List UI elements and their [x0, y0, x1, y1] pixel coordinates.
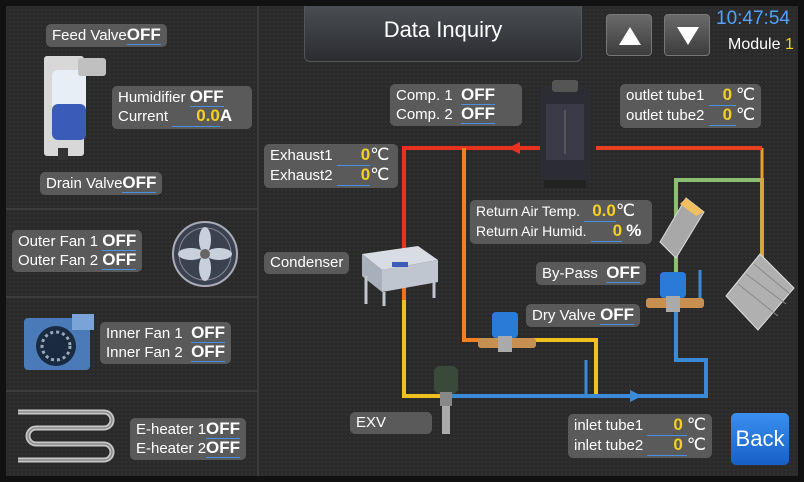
comp2-label: Comp. 2	[396, 106, 453, 123]
back-button[interactable]: Back	[731, 413, 789, 465]
outer-fan-status: Outer Fan 1 OFF Outer Fan 2 OFF	[12, 230, 143, 272]
condenser-label: Condenser	[264, 252, 350, 274]
up-arrow-icon	[619, 27, 641, 45]
drain-valve-status: Drain ValveOFF	[40, 172, 163, 195]
inlet-tube2-value: 0	[673, 435, 683, 454]
comp1-label: Comp. 1	[396, 87, 453, 104]
exhaust2-value: 0	[360, 165, 371, 184]
return-air-humid-label: Return Air Humid.	[476, 223, 587, 239]
e-heater-2-label: E-heater 2	[136, 440, 207, 457]
feed-valve-value: OFF	[126, 25, 161, 45]
bypass-value: OFF	[606, 263, 641, 283]
outlet-tube2-label: outlet tube2	[626, 107, 705, 124]
condenser-icon	[362, 246, 438, 306]
data-inquiry-screen: Data Inquiry 10:47:54 Module 1 Feed Valv…	[0, 0, 804, 482]
e-heater-status: E-heater 1OFF E-heater 2OFF	[130, 418, 247, 460]
clock: 10:47:54	[716, 8, 790, 29]
outlet-tube1-value: 0	[722, 85, 733, 104]
drain-valve-value: OFF	[122, 173, 157, 193]
outer-fan-2-value: OFF	[102, 250, 137, 270]
e-heater-1-label: E-heater 1	[136, 421, 207, 438]
page-down-button[interactable]	[664, 14, 710, 56]
evaporator-coil-icon	[725, 253, 795, 331]
compressor-status: Comp. 1 OFF Comp. 2 OFF	[390, 84, 522, 126]
inlet-tube-status: inlet tube1 0 ℃ inlet tube2 0 ℃	[568, 414, 712, 458]
exhaust2-unit: ℃	[370, 165, 390, 184]
bypass-status: By-Pass OFF	[536, 262, 647, 285]
solenoid-valve-icon	[478, 312, 536, 352]
return-air-humid-value: 0	[612, 221, 623, 240]
current-label: Current	[118, 108, 169, 125]
centrifugal-fan-icon	[24, 314, 94, 370]
inner-fan-1-value: OFF	[191, 323, 226, 343]
outlet-tube2-value: 0	[722, 105, 733, 124]
module-label: Module	[728, 36, 781, 53]
exhaust-status: Exhaust1 0℃ Exhaust2 0℃	[264, 144, 398, 188]
dry-valve-status: Dry Valve OFF	[526, 304, 641, 327]
inner-fan-status: Inner Fan 1 OFF Inner Fan 2 OFF	[100, 322, 232, 364]
comp2-value: OFF	[461, 104, 496, 124]
exhaust1-unit: ℃	[370, 145, 390, 164]
outlet-tube1-unit: ℃	[736, 85, 756, 104]
heater-coil-icon	[18, 409, 115, 463]
expansion-valve-icon	[434, 366, 458, 434]
feed-valve-status: Feed ValveOFF	[46, 24, 167, 47]
evaporator-coil-icon	[659, 197, 705, 259]
exhaust1-value: 0	[360, 145, 371, 164]
outlet-tube2-unit: ℃	[736, 105, 756, 124]
solenoid-valve-icon	[646, 272, 704, 312]
humidifier-icon	[44, 56, 106, 160]
humidifier-value: OFF	[189, 87, 224, 107]
return-air-temp-value: 0.0	[592, 201, 616, 220]
feed-valve-label: Feed Valve	[52, 27, 127, 44]
module-indicator: Module 1	[728, 36, 794, 54]
page-up-button[interactable]	[606, 14, 652, 56]
exhaust2-label: Exhaust2	[270, 167, 333, 184]
comp1-value: OFF	[461, 85, 496, 105]
inlet-tube1-label: inlet tube1	[574, 417, 644, 434]
compressor-icon	[540, 80, 590, 188]
module-number: 1	[784, 36, 794, 53]
return-air-status: Return Air Temp. 0.0℃ Return Air Humid. …	[470, 200, 652, 244]
axial-fan-icon	[172, 221, 238, 287]
dry-valve-value: OFF	[600, 305, 635, 325]
outlet-tube1-label: outlet tube1	[626, 87, 705, 104]
exv-label: EXV	[350, 412, 432, 434]
exhaust1-label: Exhaust1	[270, 147, 333, 164]
inlet-tube1-unit: ℃	[686, 415, 706, 434]
current-unit: A	[219, 106, 233, 125]
outer-fan-2-label: Outer Fan 2	[18, 252, 99, 269]
humidifier-status: Humidifier OFF Current 0.0A	[112, 86, 252, 129]
dry-valve-label: Dry Valve	[532, 307, 596, 324]
e-heater-1-value: OFF	[206, 419, 241, 439]
down-arrow-icon	[677, 27, 699, 45]
bypass-label: By-Pass	[542, 265, 598, 282]
inlet-tube1-value: 0	[673, 415, 683, 434]
inner-fan-2-value: OFF	[191, 342, 226, 362]
return-air-temp-unit: ℃	[615, 201, 635, 220]
return-air-humid-unit: %	[626, 221, 642, 240]
outer-fan-1-label: Outer Fan 1	[18, 233, 99, 250]
inlet-tube2-label: inlet tube2	[574, 437, 644, 454]
inlet-tube2-unit: ℃	[686, 435, 706, 454]
current-value: 0.0	[196, 106, 220, 125]
humidifier-label: Humidifier	[118, 89, 186, 106]
inner-fan-2-label: Inner Fan 2	[106, 344, 183, 361]
page-title: Data Inquiry	[304, 6, 582, 62]
e-heater-2-value: OFF	[206, 438, 241, 458]
outer-fan-1-value: OFF	[102, 231, 137, 251]
drain-valve-label: Drain Valve	[46, 175, 123, 192]
return-air-temp-label: Return Air Temp.	[476, 203, 581, 219]
inner-fan-1-label: Inner Fan 1	[106, 325, 183, 342]
outlet-tube-status: outlet tube1 0 ℃ outlet tube2 0 ℃	[620, 84, 762, 128]
